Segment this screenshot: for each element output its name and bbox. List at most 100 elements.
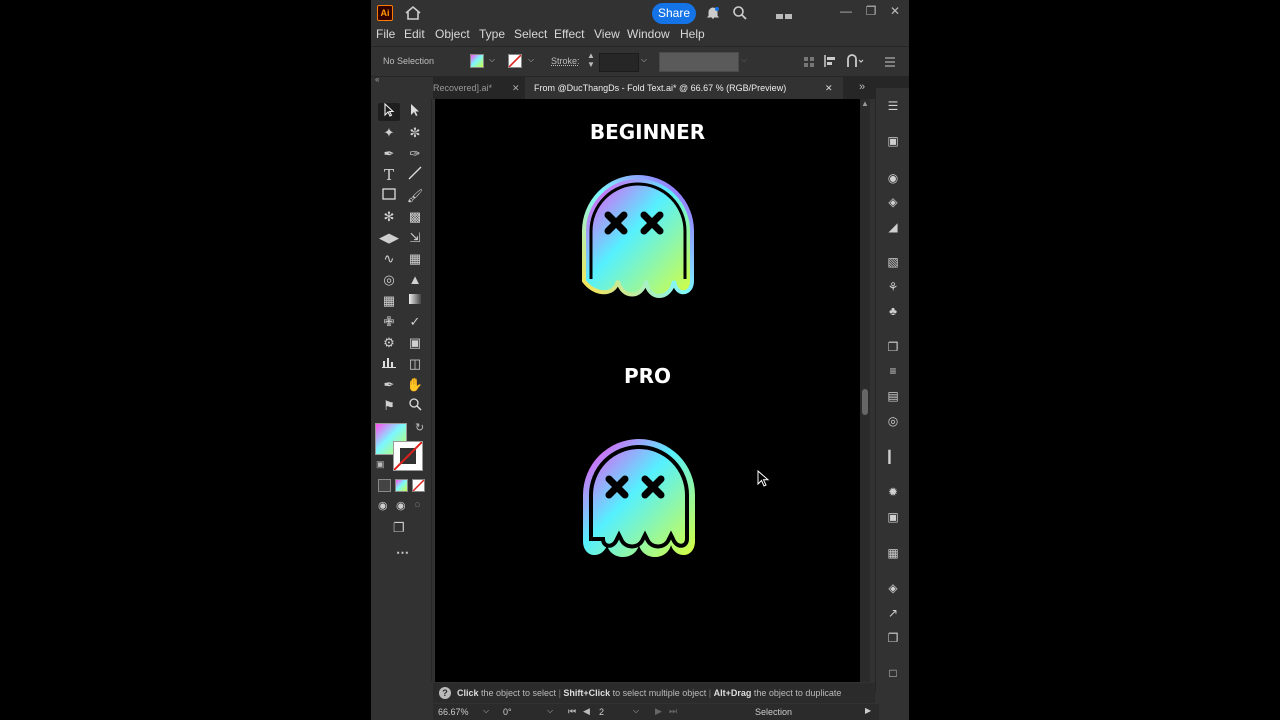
artboard-number[interactable]: 2 [599,707,604,717]
artboard-canvas[interactable]: BEGINNER PRO [435,99,860,682]
menu-view[interactable]: View [594,27,620,41]
rectangle-tool-icon[interactable] [378,187,400,205]
align-panel-icon[interactable]: ▎ [884,449,902,465]
more-tabs-icon[interactable]: » [859,81,865,93]
menu-effect[interactable]: Effect [554,27,584,41]
close-button[interactable]: ✕ [885,3,905,19]
lasso-tool-icon[interactable]: ✼ [404,124,426,142]
zoom-tool-icon[interactable] [404,397,426,415]
shape-builder-tool-icon[interactable]: ◎ [378,271,400,289]
draw-inside-icon[interactable]: ○ [414,499,421,511]
magic-wand-tool-icon[interactable]: ✦ [378,124,400,142]
menu-select[interactable]: Select [514,27,547,41]
gradient-mode-icon[interactable] [395,479,408,492]
stroke-color-swatch[interactable] [393,441,423,471]
tab-fold-text[interactable]: From @DucThangDs - Fold Text.ai* @ 66.67… [525,77,843,99]
stroke-label[interactable]: Stroke: [551,56,580,66]
type-tool-icon[interactable]: T [378,166,400,184]
zoom-dropdown-icon[interactable]: ⌵ [483,706,489,716]
column-graph-tool-icon[interactable] [378,355,400,373]
workspace-switcher-icon[interactable] [776,8,794,19]
artboards-panel-icon[interactable]: ▦ [884,545,902,561]
paintbrush-tool-icon[interactable]: 🖌 [404,187,426,205]
previous-artboard-icon[interactable]: ◀ [583,706,590,717]
reflect-tool-icon[interactable]: ◀▶ [378,229,400,247]
last-artboard-icon[interactable]: ⏭ [669,706,677,717]
stroke-dropdown-icon[interactable]: ⌵ [528,55,534,65]
stroke-weight-stepper[interactable]: ▲ ▼ [587,51,595,69]
color-mode-icon[interactable] [378,479,391,492]
symbol-sprayer-tool-icon[interactable]: ⚙ [378,334,400,352]
panel-menu-icon[interactable] [884,55,896,67]
first-artboard-icon[interactable]: ⏮ [568,706,576,717]
gradient-tool-icon[interactable] [404,292,426,310]
vertical-scrollbar[interactable]: ▲ ▼ [860,99,870,698]
line-tool-icon[interactable] [404,166,426,184]
collapse-toolbar-icon[interactable]: « [375,75,379,84]
screen-mode-icon[interactable]: ❐ [393,520,405,536]
profile-dropdown-icon[interactable]: ⌵ [741,55,747,65]
free-transform-tool-icon[interactable]: ▦ [404,250,426,268]
bell-icon[interactable] [705,5,721,21]
scale-tool-icon[interactable]: ⇲ [404,229,426,247]
pro-ghost-artwork[interactable] [579,437,699,565]
eyedropper-blend-icon[interactable]: ✙ [378,313,400,331]
swatches-icon[interactable]: ◢ [884,219,902,235]
transparency-icon[interactable]: ◎ [884,413,902,429]
libraries-icon[interactable]: ▣ [884,133,902,149]
direct-selection-tool-icon[interactable] [404,103,426,121]
warp-tool-icon[interactable]: ∿ [378,250,400,268]
help-icon[interactable]: ? [439,687,451,699]
search-icon[interactable] [732,5,748,21]
tab-recovered-close-icon[interactable]: ✕ [512,77,520,99]
home-icon[interactable] [404,5,422,21]
scroll-up-icon[interactable]: ▲ [861,99,869,108]
links-icon[interactable]: ❐ [884,630,902,646]
pen-tool-icon[interactable]: ✒ [378,145,400,163]
slice-tool-icon[interactable]: ✒ [378,376,400,394]
restore-button[interactable]: ❐ [861,3,881,19]
scroll-thumb[interactable] [862,389,868,415]
menu-object[interactable]: Object [435,27,470,41]
mesh-tool-icon[interactable]: ▦ [378,292,400,310]
variable-width-profile[interactable] [659,52,739,72]
transform-panel-icon[interactable]: ▣ [884,509,902,525]
align-left-icon[interactable] [823,54,837,68]
properties-icon[interactable]: ☰ [884,98,902,114]
grid-align-icon[interactable] [803,55,815,67]
tab-recovered[interactable]: Recovered].ai* ✕ [433,77,525,99]
artboard-tool-icon[interactable]: ◫ [404,355,426,373]
fill-dropdown-icon[interactable]: ⌵ [489,55,495,65]
zoom-level[interactable]: 66.67% [438,707,469,717]
comments-icon[interactable]: □ [884,665,902,681]
tab-fold-text-close-icon[interactable]: ✕ [825,77,833,99]
brushes-icon[interactable]: ▧ [884,254,902,270]
draw-normal-icon[interactable]: ◉ [378,499,388,512]
shaper-tool-icon[interactable]: ✻ [378,208,400,226]
fill-swatch[interactable] [470,54,484,68]
menu-type[interactable]: Type [479,27,505,41]
more-tools-icon[interactable]: ⋯ [396,545,409,561]
envelope-warp-icon[interactable] [846,54,866,68]
gradient-panel-icon[interactable]: ▤ [884,388,902,404]
symbols-icon[interactable]: ⚘ [884,279,902,295]
artboard-snap-icon[interactable]: ▣ [404,334,426,352]
pathfinder-icon[interactable]: ✹ [884,484,902,500]
none-mode-icon[interactable] [412,479,425,492]
curvature-tool-icon[interactable]: ✑ [404,145,426,163]
color-guide-icon[interactable]: ◈ [884,194,902,210]
status-menu-icon[interactable]: ▶ [865,706,871,715]
rotation-dropdown-icon[interactable]: ⌵ [547,706,553,716]
beginner-ghost-artwork[interactable] [578,173,698,305]
selection-tool-icon[interactable] [378,102,400,121]
appearance-icon[interactable]: ❐ [884,339,902,355]
draw-behind-icon[interactable]: ◉ [396,499,406,512]
minimize-button[interactable]: — [836,3,856,19]
print-tiling-tool-icon[interactable]: ⚑ [378,397,400,415]
menu-edit[interactable]: Edit [404,27,425,41]
swap-fill-stroke-icon[interactable]: ↻ [415,421,424,434]
layers-icon[interactable]: ◈ [884,580,902,596]
stroke-panel-icon[interactable]: ≡ [884,363,902,379]
next-artboard-icon[interactable]: ▶ [655,706,662,717]
menu-file[interactable]: File [376,27,395,41]
